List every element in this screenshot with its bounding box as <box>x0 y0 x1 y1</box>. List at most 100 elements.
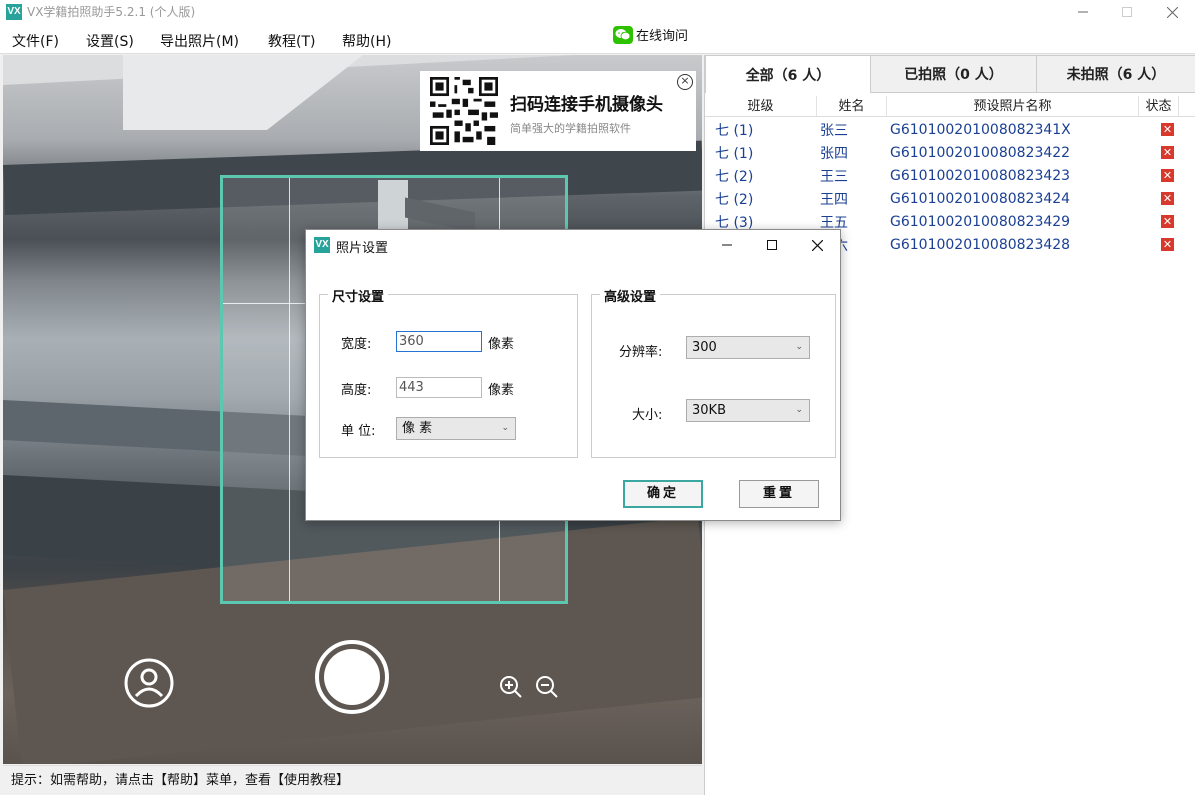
menu-file[interactable]: 文件(F) <box>12 31 59 51</box>
cell-name: 王四 <box>820 191 848 208</box>
status-bar: 提示：如需帮助，请点击【帮助】菜单，查看【使用教程】 <box>3 765 702 795</box>
tab-all[interactable]: 全部（6 人） <box>705 55 871 93</box>
filter-tabs: 全部（6 人） 已拍照（0 人） 未拍照（6 人） <box>705 55 1195 93</box>
app-logo: VX <box>6 4 22 20</box>
zoom-in-icon[interactable] <box>499 675 523 699</box>
table-row[interactable]: 七 (2) 王四 G6101002010080823424 ✕ <box>705 187 1195 210</box>
wechat-icon <box>613 25 633 44</box>
table-row[interactable]: 七 (1) 张四 G6101002010080823422 ✕ <box>705 141 1195 164</box>
window-title: VX学籍拍照助手5.2.1 (个人版) <box>27 5 196 19</box>
shutter-button[interactable] <box>314 639 390 715</box>
menu-bar: 文件(F) 设置(S) 导出照片(M) 教程(T) 帮助(H) <box>0 24 1195 54</box>
portrait-mode-icon[interactable] <box>124 658 174 708</box>
file-size-label: 大小: <box>632 408 663 423</box>
dialog-close-button[interactable] <box>794 230 840 260</box>
zoom-out-icon[interactable] <box>535 675 559 699</box>
dialog-title: 照片设置 <box>336 241 389 256</box>
cell-name: 王三 <box>820 168 848 185</box>
menu-export-photos[interactable]: 导出照片(M) <box>160 31 239 51</box>
minimize-icon <box>722 244 732 246</box>
width-input[interactable]: 360 <box>396 331 482 352</box>
tab-photographed[interactable]: 已拍照（0 人） <box>871 55 1037 93</box>
maximize-icon <box>767 240 777 250</box>
ceiling-panel <box>123 55 363 130</box>
not-photographed-icon: ✕ <box>1161 169 1174 182</box>
not-photographed-icon: ✕ <box>1161 123 1174 136</box>
table-row[interactable]: 七 (2) 王三 G6101002010080823423 ✕ <box>705 164 1195 187</box>
menu-help[interactable]: 帮助(H) <box>342 31 391 51</box>
close-icon <box>811 239 823 251</box>
online-consult-button[interactable]: 在线询问 <box>613 25 688 44</box>
width-unit: 像素 <box>488 337 515 352</box>
minimize-icon <box>1078 11 1088 13</box>
cell-photo-name: G6101002010080823424 <box>890 190 1071 207</box>
height-input[interactable]: 443 <box>396 377 482 398</box>
column-header-status[interactable]: 状态 <box>1139 96 1179 116</box>
cell-name: 张三 <box>820 122 848 139</box>
cell-class: 七 (2) <box>715 191 754 208</box>
not-photographed-icon: ✕ <box>1161 215 1174 228</box>
unit-select[interactable]: 像 素 ⌄ <box>396 417 516 440</box>
advanced-settings-title: 高级设置 <box>600 286 661 305</box>
cell-class: 七 (2) <box>715 168 754 185</box>
cell-photo-name: G610100201008082341X <box>890 121 1071 138</box>
width-label: 宽度: <box>341 337 372 352</box>
confirm-button[interactable]: 确定 <box>623 480 703 508</box>
qr-banner-title: 扫码连接手机摄像头 <box>510 95 663 115</box>
cell-photo-name: G6101002010080823423 <box>890 167 1071 184</box>
maximize-icon <box>1122 7 1132 17</box>
chevron-down-icon: ⌄ <box>795 342 803 352</box>
not-photographed-icon: ✕ <box>1161 146 1174 159</box>
reset-button[interactable]: 重置 <box>739 480 819 508</box>
resolution-select-value: 300 <box>692 340 717 355</box>
minimize-button[interactable] <box>1060 0 1106 24</box>
advanced-settings-group: 高级设置 分辨率: 300 ⌄ 大小: 30KB ⌄ <box>591 286 836 458</box>
column-header-name[interactable]: 姓名 <box>817 96 887 116</box>
tab-not-photographed[interactable]: 未拍照（6 人） <box>1037 55 1195 93</box>
online-consult-label: 在线询问 <box>636 29 689 44</box>
close-icon <box>1166 6 1178 18</box>
file-size-select[interactable]: 30KB ⌄ <box>686 399 810 422</box>
qr-banner-close-icon[interactable]: × <box>677 74 693 90</box>
cell-status: ✕ <box>1139 238 1195 251</box>
qr-connect-banner[interactable]: 扫码连接手机摄像头 简单强大的学籍拍照软件 × <box>420 71 696 151</box>
cell-status: ✕ <box>1139 192 1195 205</box>
chevron-down-icon: ⌄ <box>795 405 803 415</box>
cell-photo-name: G6101002010080823428 <box>890 236 1071 253</box>
menu-tutorial[interactable]: 教程(T) <box>268 31 315 51</box>
not-photographed-icon: ✕ <box>1161 238 1174 251</box>
resolution-select[interactable]: 300 ⌄ <box>686 336 810 359</box>
qr-code-icon <box>430 77 498 145</box>
dialog-title-bar[interactable]: VX 照片设置 <box>306 230 840 260</box>
cell-class: 七 (1) <box>715 122 754 139</box>
column-header-photo-name[interactable]: 预设照片名称 <box>887 96 1139 116</box>
dialog-app-logo: VX <box>314 237 330 253</box>
resolution-label: 分辨率: <box>619 345 663 360</box>
close-button[interactable] <box>1149 0 1195 24</box>
title-bar: VX VX学籍拍照助手5.2.1 (个人版) <box>0 0 1195 24</box>
cell-status: ✕ <box>1139 123 1195 136</box>
column-header-class[interactable]: 班级 <box>705 96 817 116</box>
dialog-minimize-button[interactable] <box>704 230 750 260</box>
size-settings-group: 尺寸设置 宽度: 360 像素 高度: 443 像素 单 位: 像 素 ⌄ <box>319 286 578 458</box>
unit-label: 单 位: <box>341 424 376 439</box>
photo-settings-dialog: VX 照片设置 尺寸设置 宽度: 360 像素 高度: 443 像素 单 位: … <box>305 229 841 521</box>
cell-photo-name: G6101002010080823422 <box>890 144 1071 161</box>
not-photographed-icon: ✕ <box>1161 192 1174 205</box>
size-settings-title: 尺寸设置 <box>328 286 389 305</box>
height-label: 高度: <box>341 383 372 398</box>
unit-select-value: 像 素 <box>402 421 433 436</box>
table-row[interactable]: 七 (1) 张三 G610100201008082341X ✕ <box>705 118 1195 141</box>
file-size-select-value: 30KB <box>692 403 726 418</box>
qr-banner-subtitle: 简单强大的学籍拍照软件 <box>510 122 631 135</box>
height-unit: 像素 <box>488 383 515 398</box>
dialog-maximize-button[interactable] <box>749 230 795 260</box>
cell-class: 七 (1) <box>715 145 754 162</box>
chevron-down-icon: ⌄ <box>501 423 509 433</box>
grid-line <box>289 178 290 601</box>
cell-status: ✕ <box>1139 169 1195 182</box>
cell-name: 张四 <box>820 145 848 162</box>
maximize-button[interactable] <box>1104 0 1150 24</box>
cell-status: ✕ <box>1139 146 1195 159</box>
menu-settings[interactable]: 设置(S) <box>86 31 134 51</box>
